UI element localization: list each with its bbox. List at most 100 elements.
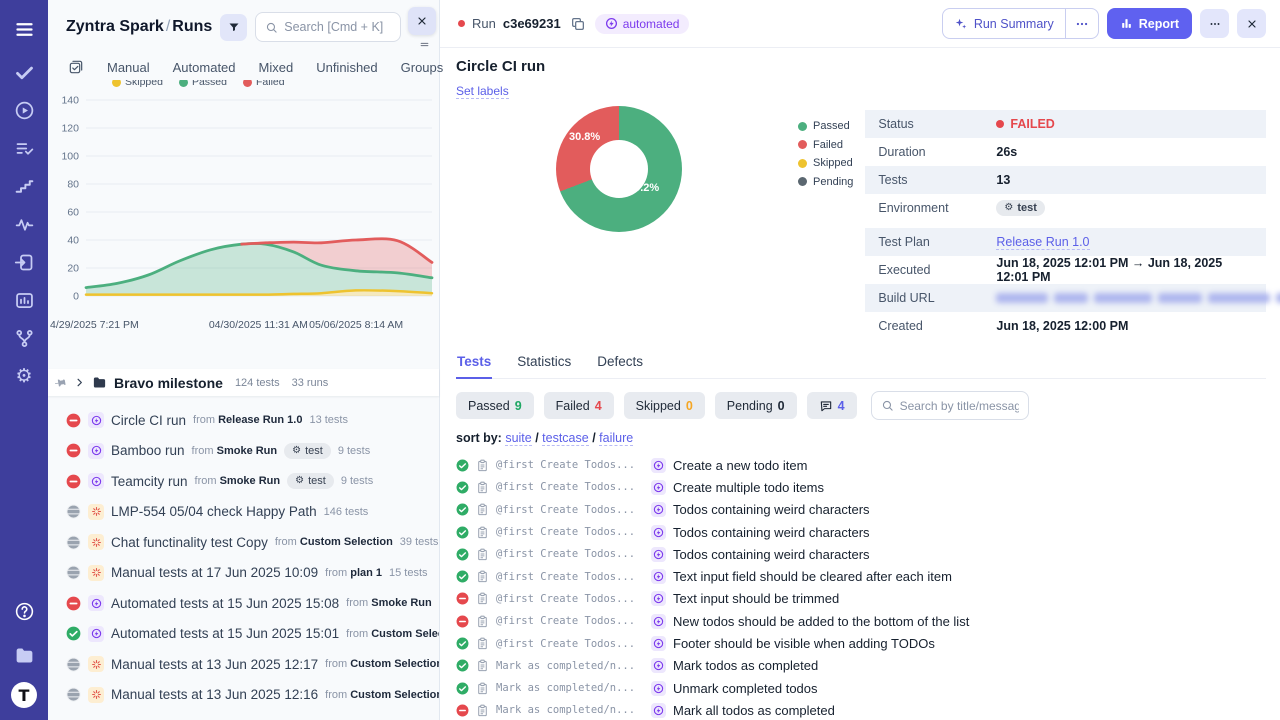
more-actions-button[interactable] [1200, 9, 1229, 38]
sort-by-suite[interactable]: suite [505, 431, 531, 446]
comments-chip[interactable]: 4 [807, 392, 857, 419]
test-row[interactable]: @first Create Todos...Todos containing w… [456, 499, 1266, 521]
list-check-icon[interactable] [14, 138, 35, 159]
run-summary-more-button[interactable] [1065, 9, 1098, 38]
test-row[interactable]: @first Create Todos...New todos should b… [456, 610, 1266, 632]
run-type-tab-unfinished[interactable]: Unfinished [316, 60, 377, 75]
detail-row-created: CreatedJun 18, 2025 12:00 PM [865, 312, 1266, 340]
set-labels-link[interactable]: Set labels [456, 84, 509, 99]
run-type-tab-automated[interactable]: Automated [173, 60, 236, 75]
test-row[interactable]: Mark as completed/n...Mark all todos as … [456, 699, 1266, 720]
run-detail-topbar: Run c3e69231 automated Run Summary Repor… [440, 0, 1280, 48]
run-id: c3e69231 [503, 16, 561, 31]
tab-statistics[interactable]: Statistics [516, 354, 572, 378]
robot-icon [653, 638, 664, 649]
help-icon[interactable] [14, 601, 35, 622]
run-list-item[interactable]: Circle CI runfrom Release Run 1.013 test… [66, 405, 439, 436]
import-icon[interactable] [14, 252, 35, 273]
run-list-item[interactable]: Automated tests at 15 Jun 2025 15:01from… [66, 619, 439, 650]
run-name: Teamcity run [111, 474, 188, 489]
report-button[interactable]: Report [1107, 8, 1192, 39]
copy-icon[interactable] [570, 16, 586, 32]
clipboard-icon [476, 659, 489, 672]
run-list-item[interactable]: LMP-554 05/04 check Happy Path146 tests [66, 497, 439, 528]
trend-legend-item-failed: Failed [243, 80, 285, 88]
check-icon[interactable] [14, 62, 35, 83]
test-row[interactable]: Mark as completed/n...Unmark completed t… [456, 677, 1266, 699]
run-type-tab-manual[interactable]: Manual [107, 60, 150, 75]
app-logo[interactable]: T [11, 682, 37, 708]
run-list-item[interactable]: Teamcity runfrom Smoke Run⚙test9 tests [66, 466, 439, 497]
legend-dot [798, 140, 807, 149]
test-row[interactable]: @first Create Todos...Text input should … [456, 588, 1266, 610]
test-row[interactable]: Mark as completed/n... Mark todos as comp… [456, 655, 1266, 677]
filter-chip-pending[interactable]: Pending0 [715, 392, 797, 419]
donut-legend: PassedFailedSkippedPending [798, 120, 853, 340]
robot-icon [653, 460, 664, 471]
tab-defects[interactable]: Defects [596, 354, 644, 378]
run-list-item[interactable]: Chat functinality test Copyfrom Custom S… [66, 527, 439, 558]
trend-area-chart: 020406080100120140 [48, 90, 440, 318]
close-run-button[interactable] [1237, 9, 1266, 38]
sort-by-testcase[interactable]: testcase [542, 431, 589, 446]
chip-label: Failed [556, 399, 590, 413]
pin-icon[interactable] [53, 374, 70, 391]
filter-button[interactable] [220, 14, 247, 41]
results-donut-chart: 69.2%30.8% [556, 106, 682, 232]
run-type-tab-groups[interactable]: Groups [401, 60, 444, 75]
runs-search-input[interactable] [284, 20, 391, 34]
select-runs-icon[interactable] [68, 59, 84, 75]
run-tests-count: 9 tests [338, 445, 370, 457]
sort-by-failure[interactable]: failure [599, 431, 633, 446]
pulse-icon[interactable] [14, 214, 35, 235]
test-title: Text input field should be cleared after… [673, 569, 952, 584]
tests-search-input[interactable] [900, 399, 1019, 413]
branch-icon[interactable] [14, 328, 35, 349]
test-title: Mark todos as completed [673, 658, 818, 673]
tests-list: @first Create Todos...Create a new todo … [456, 454, 1266, 720]
close-panel-button[interactable] [408, 7, 436, 35]
run-name: Circle CI run [111, 413, 186, 428]
run-list-item[interactable]: Manual tests at 13 Jun 2025 12:17from Cu… [66, 649, 439, 680]
test-row[interactable]: @first Create Todos...Footer should be v… [456, 632, 1266, 654]
test-row[interactable]: @first Create Todos...Todos containing w… [456, 521, 1266, 543]
menu-icon[interactable] [14, 19, 35, 40]
steps-icon[interactable] [14, 176, 35, 197]
sort-row: sort by: suite / testcase / failure [456, 431, 1266, 445]
test-row[interactable]: @first Create Todos...Create a new todo … [456, 454, 1266, 476]
run-type-tab-mixed[interactable]: Mixed [259, 60, 294, 75]
collapse-arrows-icon[interactable] [418, 40, 431, 49]
test-row[interactable]: @first Create Todos...Text input field s… [456, 565, 1266, 587]
milestone-row[interactable]: Bravo milestone 124 tests 33 runs [48, 369, 439, 396]
chip-count: 9 [515, 399, 522, 413]
run-list-item[interactable]: Automated tests at 15 Jun 2025 15:08from… [66, 588, 439, 619]
environment-badge[interactable]: ⚙test [996, 200, 1045, 216]
test-row[interactable]: @first Create Todos...Todos containing w… [456, 543, 1266, 565]
burst-icon [91, 689, 102, 700]
folder-filled-icon[interactable] [14, 645, 35, 666]
breadcrumb-project[interactable]: Zyntra Spark [66, 18, 164, 35]
detail-label: Status [878, 117, 996, 131]
filter-chip-skipped[interactable]: Skipped0 [624, 392, 705, 419]
report-box-icon[interactable] [14, 290, 35, 311]
run-list-item[interactable]: Manual tests at 13 Jun 2025 12:16from Cu… [66, 680, 439, 711]
environment-badge[interactable]: ⚙test [284, 443, 331, 459]
gear-icon[interactable]: ⚙ [14, 366, 35, 387]
test-title: Todos containing weird characters [673, 502, 870, 517]
play-circle-icon[interactable] [14, 100, 35, 121]
test-status-failed-icon [456, 592, 469, 605]
run-summary-button[interactable]: Run Summary [942, 8, 1099, 39]
test-row[interactable]: @first Create Todos...Create multiple to… [456, 476, 1266, 498]
run-list-item[interactable]: Manual tests at 17 Jun 2025 10:09from pl… [66, 558, 439, 589]
test-suite: Mark as completed/n... [496, 660, 644, 672]
chevron-right-icon[interactable] [74, 377, 85, 388]
filter-chip-failed[interactable]: Failed4 [544, 392, 614, 419]
automated-badge[interactable]: automated [595, 14, 690, 34]
filter-chip-passed[interactable]: Passed9 [456, 392, 534, 419]
svg-text:60: 60 [67, 207, 79, 219]
environment-badge[interactable]: ⚙test [287, 473, 334, 489]
run-list-item[interactable]: Bamboo runfrom Smoke Run⚙test9 tests [66, 436, 439, 467]
tab-tests[interactable]: Tests [456, 354, 492, 379]
robot-icon [653, 482, 664, 493]
test-plan-link[interactable]: Release Run 1.0 [996, 235, 1089, 250]
